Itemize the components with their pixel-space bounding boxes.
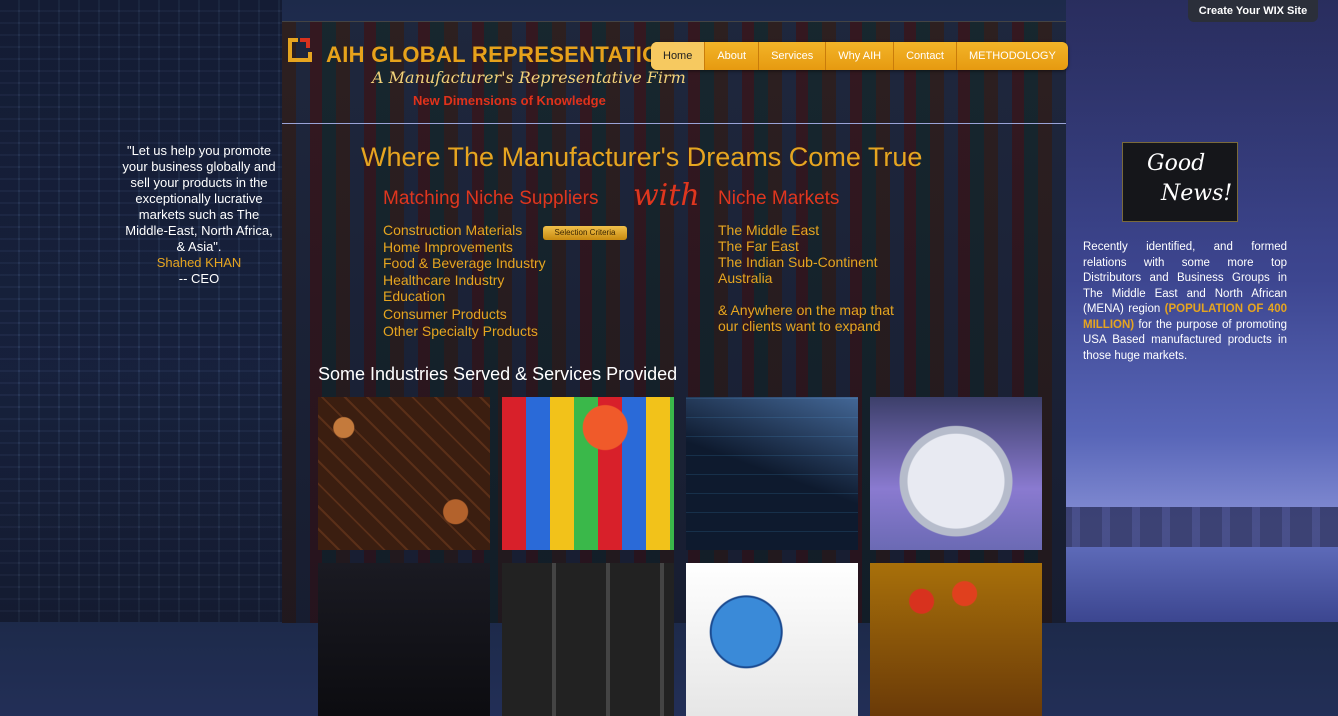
list-item: Consumer Products: [383, 305, 507, 322]
list-item: our clients want to expand: [718, 318, 881, 334]
suppliers-heading: Matching Niche Suppliers: [383, 188, 599, 209]
list-item: Education: [383, 288, 446, 304]
hero-headline: Where The Manufacturer's Dreams Come Tru…: [361, 142, 923, 172]
market-list: The Middle East The Far East The Indian …: [718, 222, 894, 334]
industry-tile-building[interactable]: [318, 563, 490, 716]
chocolate-image: [318, 397, 490, 550]
list-item: Construction Materials: [383, 222, 523, 238]
building-image: [318, 563, 490, 716]
harbor-skyline: [1066, 507, 1338, 547]
nav-about[interactable]: About: [705, 42, 760, 70]
markets-heading: Niche Markets: [718, 188, 840, 209]
harbor-water: [1066, 547, 1338, 622]
list-item: Australia: [718, 270, 773, 286]
with-connector: with: [633, 178, 700, 213]
industry-tile-chocolate[interactable]: [318, 397, 490, 550]
keyboard-image: [502, 563, 674, 716]
industry-tile-globe-books[interactable]: [686, 563, 858, 716]
header-divider: [282, 123, 1066, 124]
list-item: & Anywhere on the map that: [718, 302, 894, 318]
nav-services[interactable]: Services: [759, 42, 827, 70]
list-item: Food & Beverage Industry: [383, 255, 546, 271]
create-wix-site-badge[interactable]: Create Your WIX Site: [1188, 0, 1318, 22]
industries-title: Some Industries Served & Services Provid…: [318, 364, 678, 384]
background-left-containers: [0, 0, 282, 622]
quote-author: Shahed KHAN: [156, 255, 242, 270]
good-news-badge: Good News!: [1122, 142, 1238, 222]
news-paragraph: Recently identified, and formed relation…: [1083, 240, 1287, 364]
ceo-quote: "Let us help you promote your business g…: [122, 143, 276, 287]
list-item: The Middle East: [718, 222, 820, 238]
food-image: [870, 563, 1042, 716]
nav-methodology[interactable]: METHODOLOGY: [957, 42, 1068, 70]
good-news-line2: News!: [1161, 181, 1233, 206]
nav-why-aih[interactable]: Why AIH: [826, 42, 895, 70]
industry-tile-toys[interactable]: [502, 397, 674, 550]
globe-books-image: [686, 563, 858, 716]
list-item: The Indian Sub-Continent: [718, 254, 878, 270]
list-item: Healthcare Industry: [383, 271, 505, 288]
good-news-line1: Good: [1147, 151, 1206, 176]
business-chart-image: [686, 397, 858, 550]
list-item: Other Specialty Products: [383, 323, 538, 339]
industry-tile-food[interactable]: [870, 563, 1042, 716]
industry-tile-keyboard[interactable]: [502, 563, 674, 716]
nav-contact[interactable]: Contact: [894, 42, 957, 70]
industry-tile-business-chart[interactable]: [686, 397, 858, 550]
machinery-image: [870, 397, 1042, 550]
quote-role: -- CEO: [178, 271, 220, 286]
main-navigation: Home About Services Why AIH Contact METH…: [651, 42, 1068, 70]
selection-criteria-button[interactable]: Selection Criteria: [543, 226, 627, 240]
list-item: The Far East: [718, 238, 799, 254]
nav-home[interactable]: Home: [651, 42, 706, 70]
quote-text: "Let us help you promote your business g…: [122, 143, 276, 254]
brand-title[interactable]: AIH GLOBAL REPRESENTATION: [326, 42, 676, 68]
toys-image: [502, 397, 674, 550]
list-item: Home Improvements: [383, 238, 513, 255]
brand-tagline: New Dimensions of Knowledge: [413, 93, 606, 108]
company-logo-icon[interactable]: [286, 36, 312, 64]
brand-subtitle: A Manufacturer's Representative Firm: [372, 68, 686, 87]
supplier-list: Construction Materials Home Improvements…: [383, 222, 546, 340]
industry-tile-machinery[interactable]: [870, 397, 1042, 550]
